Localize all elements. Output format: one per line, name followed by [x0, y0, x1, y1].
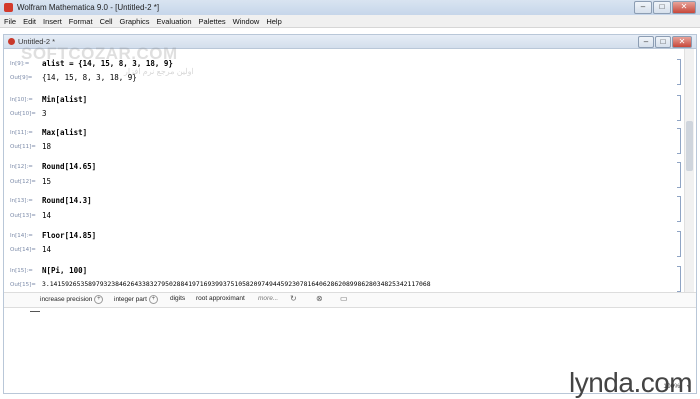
menu-insert[interactable]: Insert [43, 17, 62, 26]
close-button[interactable]: ✕ [672, 1, 696, 14]
input-cell[interactable]: Round[14.65] [42, 162, 96, 171]
output-label: Out[13]= [10, 213, 36, 219]
chevron-down-icon[interactable]: ▾ [687, 383, 690, 390]
vertical-scrollbar[interactable] [684, 49, 694, 292]
menu-help[interactable]: Help [266, 17, 281, 26]
output-cell: {14, 15, 8, 3, 18, 9} [42, 73, 137, 82]
input-label: In[9]:= [10, 61, 30, 67]
output-cell: 14 [42, 245, 52, 254]
suggestions-bar: increase precision + integer part + digi… [4, 292, 696, 308]
cell-bracket[interactable] [677, 231, 681, 257]
input-label: In[12]:= [10, 164, 33, 170]
cell-bracket[interactable] [677, 162, 681, 188]
input-cell[interactable]: alist = {14, 15, 8, 3, 18, 9} [42, 59, 173, 68]
menu-format[interactable]: Format [69, 17, 93, 26]
output-cell: 3.14159265358979323846264338327950288419… [42, 280, 431, 288]
menu-cell[interactable]: Cell [100, 17, 113, 26]
menu-evaluation[interactable]: Evaluation [157, 17, 192, 26]
input-cell[interactable]: Floor[14.85] [42, 231, 96, 240]
suggestion-label: root approximant [196, 295, 245, 302]
input-cell[interactable]: Round[14.3] [42, 196, 92, 205]
output-label: Out[14]= [10, 247, 36, 253]
output-cell: 18 [42, 142, 52, 151]
notebook-window-controls: – □ ✕ [638, 36, 692, 48]
notebook-maximize-button[interactable]: □ [655, 36, 671, 48]
output-label: Out[9]= [10, 75, 33, 81]
cell-bracket[interactable] [677, 128, 681, 154]
suggestion-label: increase precision [40, 296, 93, 303]
suggestion-integer-part[interactable]: integer part + [114, 295, 158, 304]
insertion-cursor [30, 311, 40, 312]
notebook-window: Untitled-2 * – □ ✕ SOFTCOZAR.COM اولین م… [3, 34, 697, 398]
minimize-button[interactable]: – [634, 1, 652, 14]
input-label: In[15]:= [10, 268, 33, 274]
cell-bracket[interactable] [677, 59, 681, 85]
window-controls: – □ ✕ [634, 1, 696, 14]
app-title: Wolfram Mathematica 9.0 - [Untitled-2 *] [17, 3, 160, 12]
app-titlebar: Wolfram Mathematica 9.0 - [Untitled-2 *]… [0, 0, 700, 16]
input-cell[interactable]: Max[alist] [42, 128, 87, 137]
add-icon: + [94, 295, 104, 304]
input-label: In[11]:= [10, 130, 33, 136]
input-cell[interactable]: N[Pi, 100] [42, 266, 87, 275]
suggestion-root-approximant[interactable]: root approximant [196, 295, 245, 302]
output-cell: 3 [42, 109, 47, 118]
output-label: Out[15]= [10, 282, 36, 288]
output-label: Out[12]= [10, 179, 36, 185]
zoom-level[interactable]: 100% [663, 383, 680, 390]
maximize-button[interactable]: □ [653, 1, 671, 14]
menu-graphics[interactable]: Graphics [119, 17, 149, 26]
suggestion-increase-precision[interactable]: increase precision + [40, 295, 104, 304]
menu-edit[interactable]: Edit [23, 17, 36, 26]
feedback-icon[interactable]: ▭ [340, 295, 348, 303]
suggestion-label: digits [170, 295, 186, 302]
menu-bar: File Edit Insert Format Cell Graphics Ev… [0, 15, 700, 28]
notebook-icon [8, 38, 15, 45]
output-cell: 14 [42, 211, 52, 220]
notebook-cells: In[9]:= alist = {14, 15, 8, 3, 18, 9} Ou… [4, 49, 684, 292]
output-label: Out[11]= [10, 144, 36, 150]
menu-window[interactable]: Window [233, 17, 260, 26]
cell-bracket[interactable] [677, 196, 681, 222]
output-cell: 15 [42, 177, 52, 186]
hide-suggestions-icon[interactable]: ⊗ [316, 295, 323, 303]
suggestion-digits[interactable]: digits [170, 295, 185, 302]
notebook-close-button[interactable]: ✕ [672, 36, 692, 48]
mathematica-icon [4, 3, 13, 12]
scrollbar-thumb[interactable] [686, 121, 693, 171]
refresh-icon[interactable]: ↻ [290, 295, 297, 303]
cell-bracket[interactable] [677, 95, 681, 121]
suggestion-label: integer part [114, 296, 147, 303]
input-label: In[14]:= [10, 233, 33, 239]
more-suggestions-link[interactable]: more... [258, 295, 278, 302]
input-cell[interactable]: Min[alist] [42, 95, 87, 104]
add-icon: + [148, 295, 158, 304]
output-label: Out[10]= [10, 111, 36, 117]
cell-bracket[interactable] [677, 266, 681, 292]
notebook-minimize-button[interactable]: – [638, 36, 654, 48]
menu-file[interactable]: File [4, 17, 16, 26]
menu-palettes[interactable]: Palettes [199, 17, 226, 26]
input-label: In[10]:= [10, 97, 33, 103]
input-label: In[13]:= [10, 198, 33, 204]
